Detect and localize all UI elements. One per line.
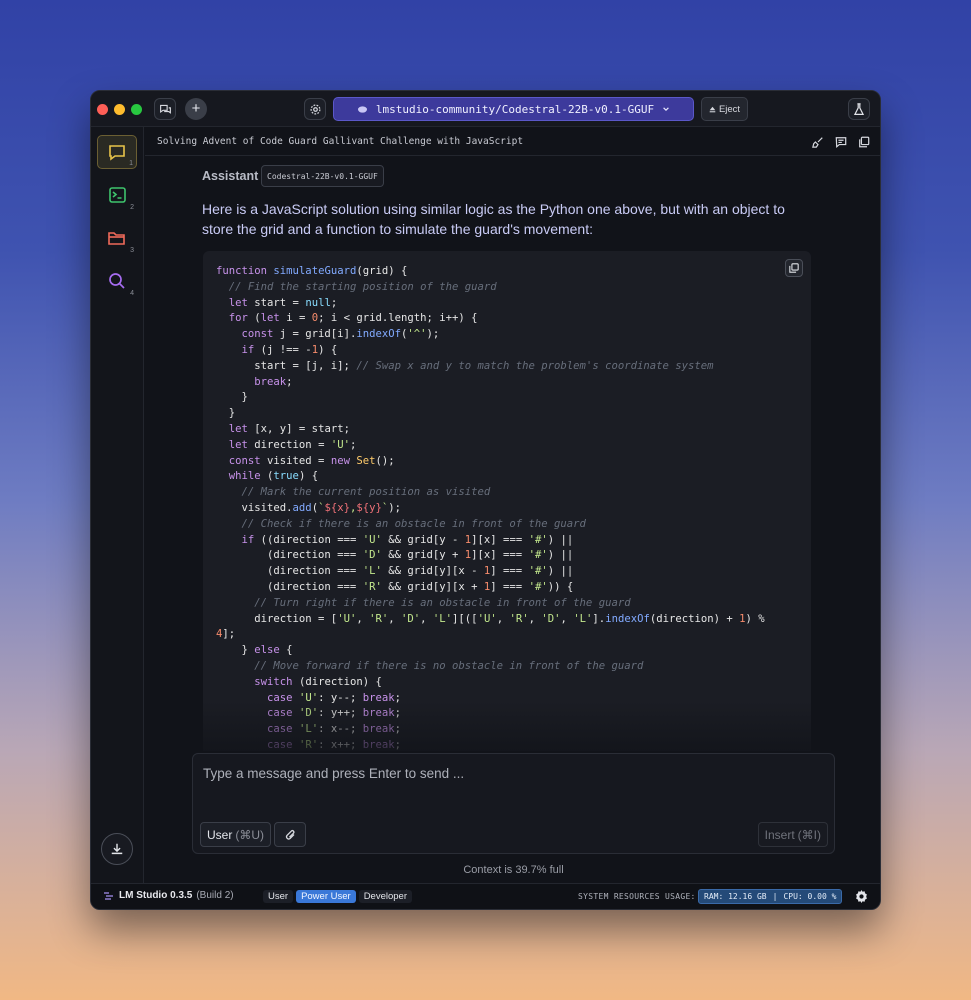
title-bar: + lmstudio-community/Codestral-22B-v0.1-… [91, 91, 880, 127]
copy-code-button[interactable] [785, 259, 803, 277]
duplicate-chat-button[interactable] [857, 135, 870, 148]
insert-shortcut: (⌘I) [797, 827, 821, 842]
duplicate-icon [858, 136, 869, 147]
role-toggle-button[interactable]: User (⌘U) [200, 822, 272, 847]
sidebar-item-number: 4 [130, 290, 134, 297]
role-shortcut: (⌘U) [235, 827, 265, 842]
close-window-button[interactable] [97, 104, 108, 115]
plus-icon: + [191, 100, 201, 117]
mode-user[interactable]: User [263, 890, 294, 903]
mode-power-user[interactable]: Power User [296, 890, 356, 903]
search-icon [109, 273, 125, 289]
chat-options-button[interactable] [834, 135, 847, 148]
context-usage: Context is 39.7% full [463, 864, 564, 876]
app-version: LM Studio 0.3.5 [119, 890, 193, 901]
resources-separator: | [772, 892, 778, 901]
eject-label: Eject [718, 103, 741, 115]
message-composer: User (⌘U) Insert (⌘I) [192, 753, 835, 854]
settings-button[interactable] [304, 98, 326, 120]
gear-icon [856, 890, 867, 903]
app-brand[interactable]: LM Studio 0.3.5 (Build 2) [103, 890, 234, 901]
eject-button[interactable]: Eject [701, 97, 748, 121]
code-fade-overlay [203, 701, 811, 751]
assistant-message-text: Here is a JavaScript solution using simi… [202, 201, 785, 237]
chat-icon [109, 144, 125, 161]
broom-icon [811, 136, 823, 148]
paperclip-icon [285, 829, 294, 840]
app-window: + lmstudio-community/Codestral-22B-v0.1-… [90, 90, 881, 910]
lab-button[interactable] [848, 98, 870, 120]
add-button[interactable]: + [185, 98, 207, 120]
insert-button[interactable]: Insert (⌘I) [757, 822, 828, 847]
model-selector-label: lmstudio-community/Codestral-22B-v0.1-GG… [375, 102, 655, 116]
message-model-badge: Codestral-22B-v0.1-GGUF [261, 165, 384, 187]
chat-title[interactable]: Solving Advent of Code Guard Gallivant C… [157, 136, 523, 147]
sidebar-item-number: 3 [130, 247, 134, 254]
gear-icon [310, 104, 320, 114]
eject-icon [709, 106, 716, 112]
minimize-window-button[interactable] [114, 104, 125, 115]
mode-switcher: User Power User Developer [263, 890, 412, 903]
model-selector[interactable]: lmstudio-community/Codestral-22B-v0.1-GG… [333, 97, 694, 121]
folder-icon [108, 231, 125, 245]
sidebar-item-models[interactable]: 3 [97, 221, 137, 255]
message-settings-icon [835, 136, 846, 148]
flask-icon [853, 102, 865, 115]
code-block: function simulateGuard(grid) { // Find t… [203, 251, 811, 751]
sidebar-item-search[interactable]: 4 [97, 264, 137, 298]
sidebar-item-number: 2 [130, 204, 134, 211]
cpu-usage: CPU: 0.00 % [783, 892, 837, 901]
resources-usage[interactable]: RAM: 12.16 GB | CPU: 0.00 % [698, 889, 843, 904]
status-bar: LM Studio 0.3.5 (Build 2) User Power Use… [91, 883, 880, 909]
terminal-icon [108, 187, 126, 203]
mode-developer[interactable]: Developer [358, 890, 412, 903]
role-label: User [207, 827, 233, 842]
message-input[interactable] [203, 766, 803, 781]
code-content: function simulateGuard(grid) { // Find t… [216, 265, 765, 751]
clean-chat-button[interactable] [811, 135, 824, 148]
chat-messages[interactable]: Assistant Codestral-22B-v0.1-GGUF Here i… [145, 157, 880, 751]
chat-header-actions [811, 135, 870, 148]
message-role-label: Assistant [202, 169, 259, 183]
new-chat-button[interactable] [154, 98, 176, 120]
chevron-down-icon [663, 107, 669, 112]
attach-file-button[interactable] [274, 822, 306, 847]
lmstudio-logo-icon [104, 891, 113, 900]
download-icon [111, 843, 123, 855]
copy-icon [789, 263, 799, 273]
chat-header: Solving Advent of Code Guard Gallivant C… [145, 128, 880, 156]
resources-label: SYSTEM RESOURCES USAGE: [578, 892, 696, 901]
app-build: (Build 2) [196, 890, 234, 901]
sidebar-item-chat[interactable]: 1 [97, 135, 137, 169]
sidebar-item-number: 1 [129, 160, 133, 167]
zoom-window-button[interactable] [131, 104, 142, 115]
sidebar: 1 2 3 4 [91, 127, 144, 883]
chats-icon [159, 104, 171, 114]
insert-label: Insert [764, 827, 795, 842]
app-settings-button[interactable] [855, 890, 868, 903]
model-icon [357, 105, 367, 113]
downloads-button[interactable] [101, 833, 133, 865]
sidebar-item-developer[interactable]: 2 [97, 178, 137, 212]
ram-usage: RAM: 12.16 GB [704, 892, 767, 901]
